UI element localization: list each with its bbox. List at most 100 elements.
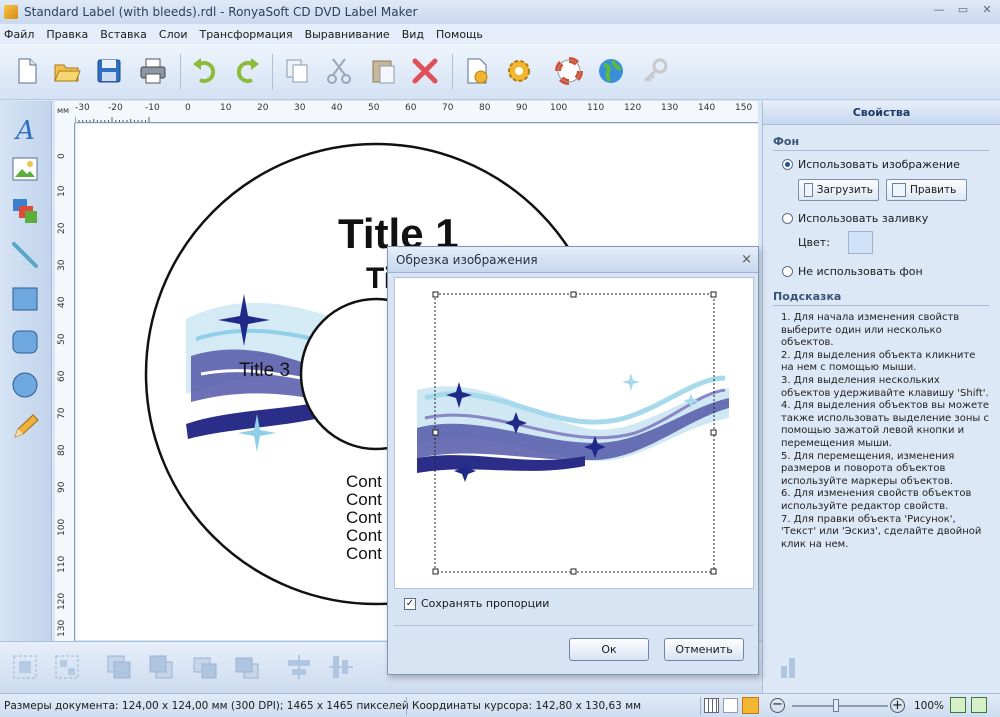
ruler-tick: 80 [479,103,491,113]
label-contents-line[interactable]: Cont [346,509,382,527]
help-lifebuoy-icon[interactable] [554,56,584,86]
menu-layers[interactable]: Слои [159,28,188,41]
label-contents-line[interactable]: Cont [346,491,382,509]
ruler-tick: 110 [57,555,67,573]
keep-proportions-checkbox[interactable]: ✓ Сохранять пропорции [404,597,549,610]
send-backward-icon[interactable] [232,652,262,682]
ruler-tick: 50 [57,333,67,345]
align-center-vertical-icon[interactable] [326,652,356,682]
image-tool-icon[interactable] [11,155,39,183]
title-bar: Standard Label (with bleeds).rdl - Ronya… [0,0,1000,24]
globe-icon[interactable] [596,56,626,86]
dialog-close-icon[interactable]: × [741,247,752,273]
svg-text:A: A [14,116,35,143]
ruler-tick: 20 [257,103,269,113]
ruler-tick: 20 [57,222,67,234]
label-contents-line[interactable]: Cont [346,545,382,563]
key-icon[interactable] [640,56,670,86]
ruler-top: -30 -20 -10 0 10 20 30 40 50 60 70 80 90… [75,101,758,123]
label-contents-line[interactable]: Cont [346,527,382,545]
ellipse-tool-icon[interactable] [11,371,39,399]
line-tool-icon[interactable] [11,241,39,269]
bring-forward-icon[interactable] [190,652,220,682]
window-title: Standard Label (with bleeds).rdl - Ronya… [24,5,418,19]
ok-button[interactable]: Ок [569,638,649,661]
maximize-icon[interactable]: ▭ [956,3,970,17]
close-icon[interactable]: ✕ [980,3,994,17]
zoom-in-icon[interactable]: + [890,698,905,713]
menu-align[interactable]: Выравнивание [305,28,390,41]
document-settings-icon[interactable] [462,56,492,86]
ruler-tick: 90 [57,481,67,493]
ruler-toggle-icon[interactable] [742,697,759,714]
copy-icon[interactable] [282,56,312,86]
hint-section-title: Подсказка [773,290,842,303]
ruler-tick: 60 [57,370,67,382]
label-contents-line[interactable]: Cont [346,473,382,491]
menu-transform[interactable]: Трансформация [199,28,292,41]
pencil-tool-icon[interactable] [11,413,39,441]
rectangle-tool-icon[interactable] [11,285,39,313]
dialog-title-bar: Обрезка изображения × [388,247,758,273]
use-fill-radio[interactable]: Использовать заливку [782,212,928,225]
color-label: Цвет: [798,236,830,249]
redo-icon[interactable] [232,56,262,86]
menu-file[interactable]: Файл [4,28,34,41]
edit-image-button[interactable]: Править [886,179,967,201]
zoom-slider[interactable] [792,705,888,707]
menu-view[interactable]: Вид [402,28,424,41]
ruler-tick: 10 [57,185,67,197]
no-background-radio[interactable]: Не использовать фон [782,265,923,278]
menu-help[interactable]: Помощь [436,28,483,41]
menu-insert[interactable]: Вставка [100,28,147,41]
bring-front-icon[interactable] [104,652,134,682]
grid-toggle-icon[interactable] [704,698,719,713]
hint-text: 1. Для начала изменения свойств выберите… [781,312,990,550]
fill-color-swatch[interactable] [848,231,873,254]
save-icon[interactable] [94,56,124,86]
fit-width-icon[interactable] [971,697,987,713]
ruler-unit: мм [55,101,75,123]
align-center-horizontal-icon[interactable] [284,652,314,682]
fit-page-icon[interactable] [950,697,966,713]
properties-panel: Свойства Фон Использовать изображение За… [762,101,1000,693]
ruler-tick: 130 [57,619,67,637]
ruler-tick: 140 [698,103,716,113]
paste-icon[interactable] [368,56,398,86]
crop-image-preview [417,291,729,575]
undo-icon[interactable] [190,56,220,86]
size-icon[interactable] [776,652,806,682]
delete-icon[interactable] [410,56,440,86]
zoom-slider-thumb[interactable] [833,699,839,712]
gear-icon[interactable] [504,56,534,86]
ruler-tick: 70 [442,103,454,113]
zoom-out-icon[interactable]: − [770,698,785,713]
sketch-tool-icon[interactable] [11,197,39,225]
menu-edit[interactable]: Правка [46,28,88,41]
group-icon[interactable] [10,652,40,682]
snap-grid-icon[interactable] [723,698,738,713]
text-tool-icon[interactable]: A [11,115,39,143]
ruler-tick: 50 [368,103,380,113]
print-icon[interactable] [138,56,168,86]
cancel-button[interactable]: Отменить [664,638,744,661]
minimize-icon[interactable]: — [932,3,946,17]
open-folder-icon[interactable] [52,56,82,86]
new-document-icon[interactable] [12,56,42,86]
crop-preview-area[interactable] [394,277,754,589]
ruler-tick: 60 [405,103,417,113]
send-back-icon[interactable] [146,652,176,682]
label-title-3[interactable]: Title 3 [239,360,290,382]
rounded-rectangle-tool-icon[interactable] [11,328,39,356]
app-icon [4,5,18,19]
use-image-radio[interactable]: Использовать изображение [782,158,960,171]
ruler-tick: 100 [550,103,568,113]
load-image-button[interactable]: Загрузить [798,179,879,201]
status-bar: Размеры документа: 124,00 x 124,00 мм (3… [0,693,1000,717]
ruler-tick: 40 [331,103,343,113]
ruler-tick: 0 [185,103,191,113]
menu-bar: Файл Правка Вставка Слои Трансформация В… [0,24,1000,44]
ungroup-icon[interactable] [52,652,82,682]
ruler-tick: 0 [57,153,67,159]
cut-icon[interactable] [324,56,354,86]
